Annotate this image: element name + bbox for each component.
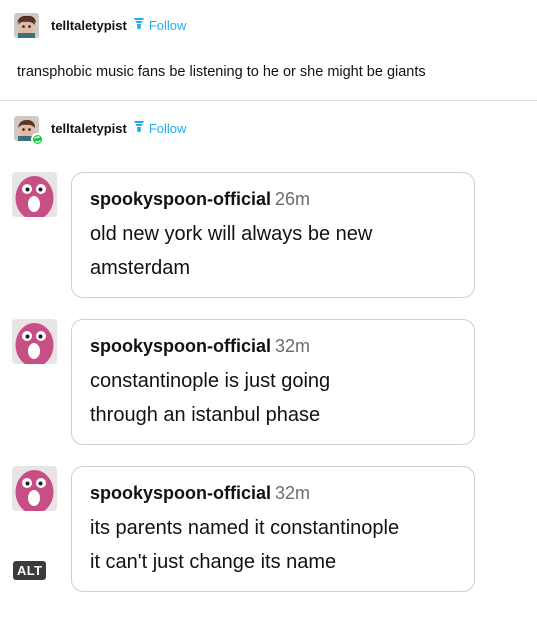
chat-username[interactable]: spookyspoon-official [90,336,271,356]
chat-text-line: its parents named it constantinople [90,517,400,539]
post-divider [0,100,537,101]
chat-text-line: old new york will always be new [90,223,373,245]
follow-label: Follow [148,18,187,33]
chat-avatar [12,172,57,217]
tumblr-post: telltaletypist Follow transphobic music … [0,0,537,621]
chat-bubble: spookyspoon-official 26m old new york wil… [71,172,475,298]
reblog-icon [31,133,44,146]
reblog-author-name[interactable]: telltaletypist [51,121,127,136]
post-header: telltaletypist Follow [14,13,186,38]
chat-bubble: spookyspoon-official 32m its parents name… [71,466,475,592]
chat-bubble: spookyspoon-official 32m constantinople i… [71,319,475,445]
post-author-name[interactable]: telltaletypist [51,18,127,33]
chat-timestamp: 32m [275,483,311,503]
chat-timestamp: 32m [275,336,311,356]
follow-button[interactable]: Follow [132,16,187,35]
follow-tower-icon [132,16,146,35]
chat-avatar [12,466,57,511]
chat-username[interactable]: spookyspoon-official [90,483,271,503]
chat-text-line: constantinople is just going [90,370,331,392]
chat-text-line: through an istanbul phase [90,404,321,426]
reblog-follow-button[interactable]: Follow [132,119,187,138]
chat-avatar [12,319,57,364]
reblog-header: telltaletypist Follow [14,116,187,146]
post-text: transphobic music fans be listening to h… [17,64,426,80]
alt-text-button[interactable]: ALT [13,561,47,580]
chat-text-line: amsterdam [90,257,191,279]
chat-text-line: it can't just change its name [90,551,337,573]
reblog-author-avatar[interactable] [14,116,44,146]
follow-tower-icon [132,119,146,138]
follow-label: Follow [148,121,187,136]
chat-username[interactable]: spookyspoon-official [90,189,271,209]
chat-timestamp: 26m [275,189,311,209]
post-author-avatar[interactable] [14,13,39,38]
